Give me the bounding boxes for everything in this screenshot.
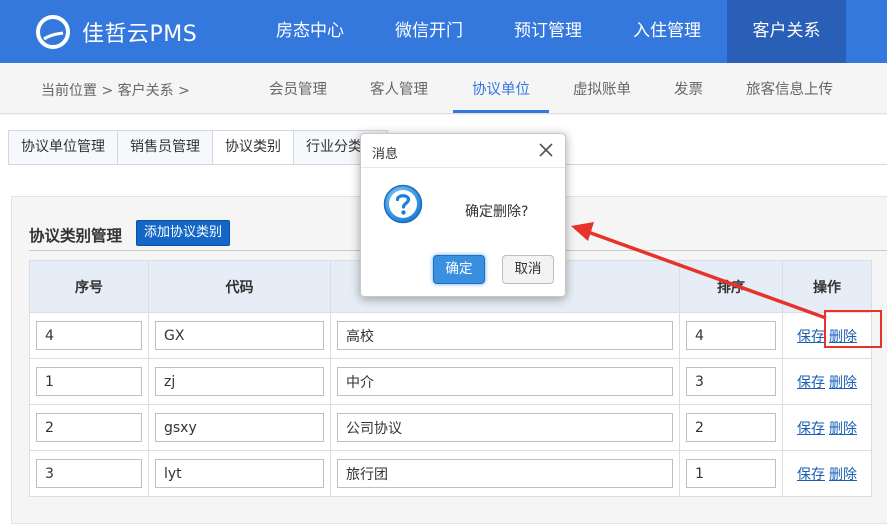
top-navigation-bar: 佳哲云PMS 房态中心 微信开门 预订管理 入住管理 客户关系 — [0, 0, 887, 63]
active-subnav-indicator — [453, 110, 549, 113]
table-row: 保存删除 — [29, 450, 872, 497]
column-header-code: 代码 — [148, 260, 331, 313]
dialog-message: 确定删除? — [465, 204, 529, 220]
code-cell — [148, 312, 331, 359]
name-cell — [330, 404, 680, 451]
actions-cell: 保存 删除 — [782, 404, 872, 451]
index-cell — [29, 404, 149, 451]
nav-customer-relations[interactable]: 客户关系 — [727, 0, 846, 63]
code-cell — [148, 450, 331, 497]
code-input[interactable] — [155, 413, 324, 442]
index-cell — [29, 450, 149, 497]
index-cell — [29, 358, 149, 405]
question-icon — [383, 184, 423, 224]
column-header-index: 序号 — [29, 260, 149, 313]
nav-booking[interactable]: 预订管理 — [497, 0, 599, 63]
brand-logo[interactable]: 佳哲云PMS — [36, 14, 197, 50]
tab-agreement-category[interactable]: 协议类别 — [212, 130, 293, 165]
close-icon[interactable] — [537, 141, 555, 159]
sort-input[interactable] — [686, 321, 776, 350]
table-row: 保存删除 — [29, 312, 872, 359]
confirm-dialog: 消息 确定删除? 确定 取消 — [360, 133, 566, 297]
actions-cell: 保存 删除 — [782, 450, 872, 497]
sort-input[interactable] — [686, 413, 776, 442]
delete-link[interactable]: 删除 — [829, 375, 857, 391]
subnav-agreement-units[interactable]: 协议单位 — [472, 78, 530, 99]
save-link[interactable]: 保存 — [797, 329, 825, 345]
annotation-highlight-box — [824, 310, 882, 348]
nav-checkin[interactable]: 入住管理 — [616, 0, 718, 63]
nav-room-status[interactable]: 房态中心 — [259, 0, 361, 63]
sort-cell — [679, 312, 783, 359]
name-input[interactable] — [337, 367, 673, 396]
dialog-title: 消息 — [372, 147, 399, 162]
save-link[interactable]: 保存 — [797, 375, 825, 391]
add-category-button[interactable]: 添加协议类别 — [136, 220, 231, 246]
code-input[interactable] — [155, 321, 324, 350]
name-input[interactable] — [337, 459, 673, 488]
delete-link[interactable]: 删除 — [829, 467, 857, 483]
column-header-sort: 排序 — [679, 260, 783, 313]
index-input[interactable] — [36, 367, 142, 396]
actions-cell: 保存 删除 — [782, 358, 872, 405]
confirm-cancel-button[interactable]: 取消 — [502, 255, 554, 284]
dialog-header: 消息 — [361, 134, 565, 168]
name-cell — [330, 450, 680, 497]
sort-cell — [679, 450, 783, 497]
column-header-actions: 操作 — [782, 260, 872, 313]
sort-input[interactable] — [686, 459, 776, 488]
code-input[interactable] — [155, 367, 324, 396]
brand-name: 佳哲云PMS — [82, 22, 198, 47]
save-link[interactable]: 保存 — [797, 467, 825, 483]
index-input[interactable] — [36, 413, 142, 442]
index-cell — [29, 312, 149, 359]
name-cell — [330, 312, 680, 359]
cloud-logo-icon — [36, 15, 70, 49]
sort-cell — [679, 404, 783, 451]
breadcrumb: 当前位置 > 客户关系 > — [41, 83, 190, 99]
confirm-ok-button[interactable]: 确定 — [433, 255, 485, 284]
sort-input[interactable] — [686, 367, 776, 396]
sub-navigation-bar: 当前位置 > 客户关系 > 会员管理 客人管理 协议单位 虚拟账单 发票 旅客信… — [0, 63, 887, 114]
index-input[interactable] — [36, 321, 142, 350]
tab-bar: 协议单位管理 销售员管理 协议类别 行业分类 — [8, 130, 388, 165]
table-row: 保存删除 — [29, 404, 872, 451]
subnav-guest-info-upload[interactable]: 旅客信息上传 — [746, 78, 833, 99]
tab-salesperson-management[interactable]: 销售员管理 — [117, 130, 212, 165]
subnav-virtual-bills[interactable]: 虚拟账单 — [573, 78, 631, 99]
name-input[interactable] — [337, 321, 673, 350]
subnav-members[interactable]: 会员管理 — [269, 78, 327, 99]
nav-wechat-unlock[interactable]: 微信开门 — [378, 0, 480, 63]
delete-link[interactable]: 删除 — [829, 421, 857, 437]
save-link[interactable]: 保存 — [797, 421, 825, 437]
subnav-invoices[interactable]: 发票 — [674, 78, 703, 99]
code-input[interactable] — [155, 459, 324, 488]
table-row: 保存删除 — [29, 358, 872, 405]
sort-cell — [679, 358, 783, 405]
name-cell — [330, 358, 680, 405]
tab-agreement-unit-management[interactable]: 协议单位管理 — [8, 130, 117, 165]
subnav-guests[interactable]: 客人管理 — [370, 78, 428, 99]
name-input[interactable] — [337, 413, 673, 442]
code-cell — [148, 404, 331, 451]
code-cell — [148, 358, 331, 405]
panel-title: 协议类别管理 — [29, 227, 123, 245]
index-input[interactable] — [36, 459, 142, 488]
